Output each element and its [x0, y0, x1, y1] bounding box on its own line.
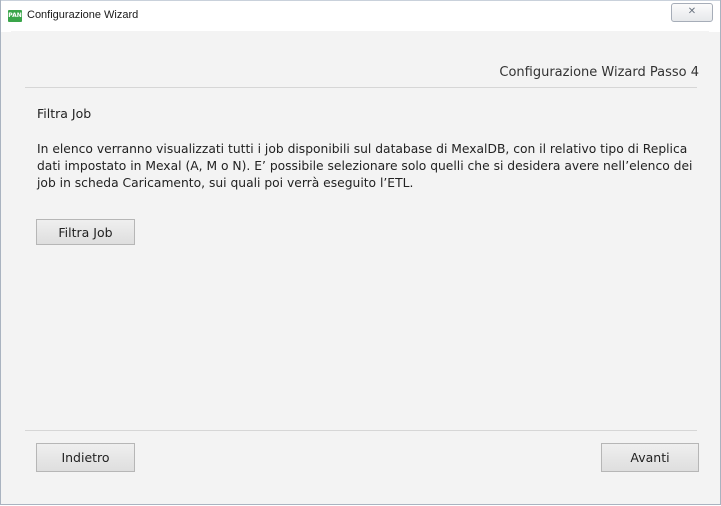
header-divider: [25, 87, 697, 88]
filter-job-button[interactable]: Filtra Job: [36, 219, 135, 245]
app-icon: PAN: [8, 10, 22, 22]
wizard-content: Configurazione Wizard Passo 4 Filtra Job…: [11, 31, 709, 504]
step-title: Configurazione Wizard Passo 4: [499, 65, 699, 80]
title-bar[interactable]: PAN Configurazione Wizard ✕: [1, 0, 720, 32]
step-description: In elenco verranno visualizzati tutti i …: [37, 142, 693, 190]
footer-divider: [25, 430, 697, 431]
wizard-window: PAN Configurazione Wizard ✕ Configurazio…: [0, 0, 721, 505]
next-button[interactable]: Avanti: [601, 443, 699, 472]
section-title: Filtra Job: [37, 106, 92, 121]
close-icon: ✕: [687, 6, 697, 17]
back-button[interactable]: Indietro: [36, 443, 135, 472]
close-button[interactable]: ✕: [671, 3, 713, 22]
window-title: Configurazione Wizard: [27, 9, 139, 21]
